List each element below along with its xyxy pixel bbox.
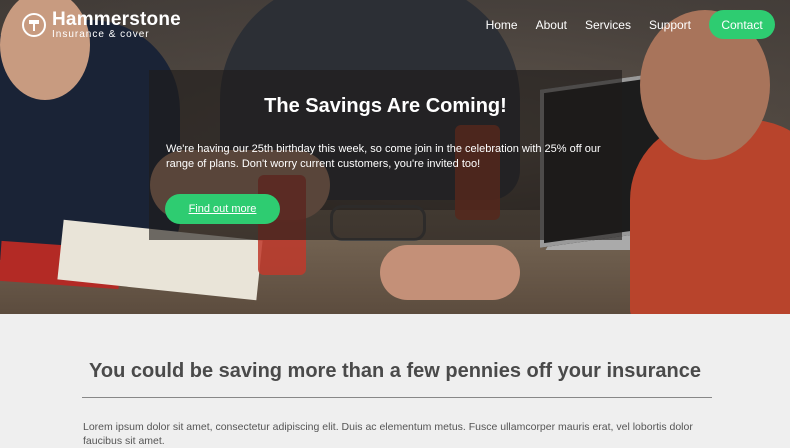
hero-body: We're having our 25th birthday this week… [166,143,601,170]
nav-support[interactable]: Support [649,18,691,32]
hero-photo-hand [380,245,520,300]
hammer-icon [22,13,46,37]
main-nav: Home About Services Support Contact [486,10,775,39]
logo-text: Hammerstone Insurance & cover [52,10,181,40]
nav-home[interactable]: Home [486,18,518,32]
section-body: Lorem ipsum dolor sit amet, consectetur … [83,421,693,447]
savings-section: You could be saving more than a few penn… [0,314,790,447]
brand-tagline: Insurance & cover [52,29,150,40]
section-divider [82,397,712,398]
logo[interactable]: Hammerstone Insurance & cover [22,10,181,40]
nav-about[interactable]: About [536,18,567,32]
hero-promo-panel: The Savings Are Coming! We're having our… [149,70,622,240]
contact-button[interactable]: Contact [709,10,775,39]
brand-name: Hammerstone [52,9,181,30]
header: Hammerstone Insurance & cover Home About… [0,0,790,48]
hero-section: Hammerstone Insurance & cover Home About… [0,0,790,314]
hero-title: The Savings Are Coming! [264,95,507,117]
find-out-more-button[interactable]: Find out more [165,194,280,224]
nav-services[interactable]: Services [585,18,631,32]
section-heading: You could be saving more than a few penn… [89,360,701,382]
